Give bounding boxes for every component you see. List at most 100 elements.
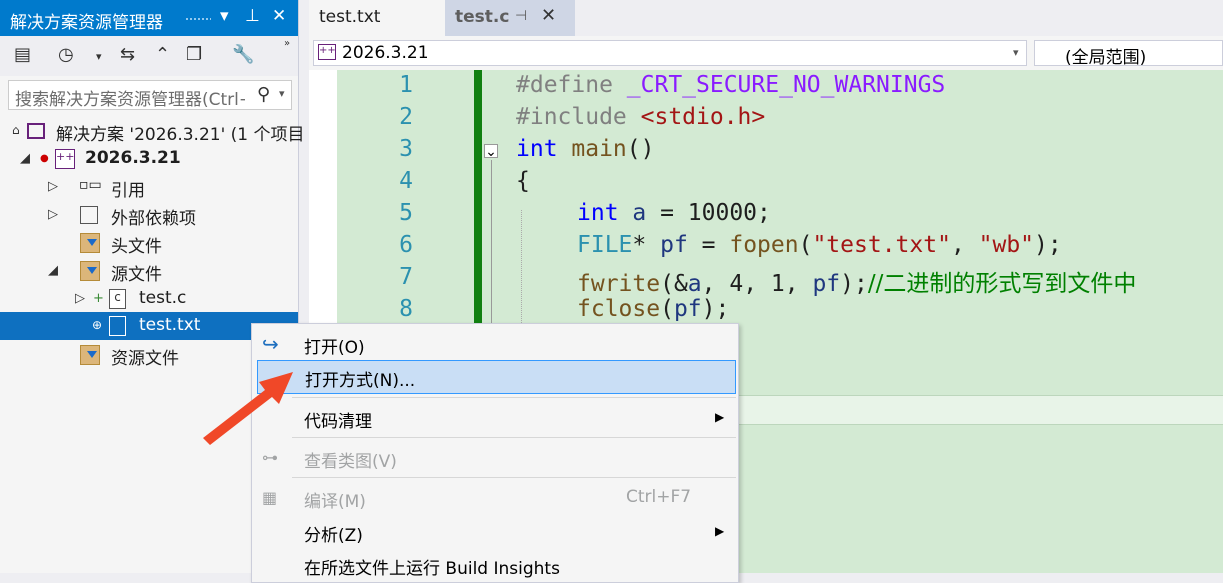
menu-item-view-class-diagram[interactable]: ⊶ 查看类图(V): [252, 441, 738, 475]
line-number: 5: [399, 200, 413, 226]
line-number: 2: [399, 104, 413, 130]
code-token: "wb": [978, 232, 1035, 258]
project-dropdown[interactable]: ++ 2026.3.21 ▾: [313, 40, 1027, 66]
menu-item-label: 打开(O): [304, 338, 365, 358]
code-token: int: [516, 136, 558, 162]
line-number: 3: [399, 136, 413, 162]
menu-item-code-cleanup[interactable]: 代码清理 ▶: [252, 401, 738, 435]
tree-item-solution[interactable]: ⌂ 解决方案 '2026.3.21' (1 个项目: [0, 117, 305, 145]
scope-dropdown-value: (全局范围): [1065, 48, 1147, 68]
search-input[interactable]: 搜索解决方案资源管理器(Ctrl+;) ⚲ ▾: [8, 80, 292, 110]
tab-label: test.c: [455, 7, 510, 27]
tree-item-source-files[interactable]: ◢ 源文件: [0, 257, 298, 285]
tree-item-external-deps[interactable]: ▷ 外部依赖项: [0, 201, 298, 229]
outline-line: [491, 160, 492, 325]
tab-test-txt[interactable]: test.txt: [309, 0, 445, 36]
code-line-1: #define _CRT_SECURE_NO_WARNINGS: [516, 72, 945, 98]
menu-separator: [292, 477, 736, 478]
chevron-down-icon[interactable]: ▾: [1013, 46, 1019, 59]
class-diagram-icon: ⊶: [262, 448, 278, 467]
menu-item-open[interactable]: ↪ 打开(O): [252, 327, 738, 361]
submenu-arrow-icon: ▶: [715, 524, 725, 538]
panel-title: 解决方案资源管理器: [10, 13, 163, 33]
plus-icon: +: [93, 291, 104, 306]
menu-item-label: 查看类图(V): [304, 452, 397, 472]
chevron-down-icon[interactable]: ▾: [96, 50, 102, 63]
menu-item-build-insights[interactable]: 在所选文件上运行 Build Insights: [252, 548, 738, 582]
code-token: fopen: [729, 232, 799, 258]
collapsed-arrow-icon[interactable]: ▷: [75, 291, 85, 306]
expanded-arrow-icon[interactable]: ◢: [20, 151, 30, 166]
menu-separator: [292, 437, 736, 438]
code-token: "test.txt": [812, 232, 951, 258]
tab-label: test.txt: [319, 7, 381, 27]
code-token: #include: [516, 104, 641, 130]
menu-item-label: 编译(M): [304, 492, 366, 512]
code-token: );: [1034, 232, 1062, 258]
code-line-3: int main(): [516, 136, 655, 162]
collapsed-arrow-icon[interactable]: ▷: [48, 179, 58, 194]
external-deps-icon: [80, 206, 98, 224]
line-number: 4: [399, 168, 413, 194]
code-token: {: [516, 168, 530, 194]
tree-item-references[interactable]: ▷ ▫▭ 引用: [0, 173, 298, 201]
line-number: 6: [399, 232, 413, 258]
scope-dropdown[interactable]: (全局范围): [1034, 40, 1223, 68]
code-line-4: {: [516, 168, 530, 194]
code-line-6: FILE* pf = fopen("test.txt", "wb");: [577, 232, 1062, 258]
solution-explorer-toolbar: ▤ ◷ ▾ ⇆ ⌃ ❐ 🔧 »: [0, 36, 298, 76]
menu-item-label: 代码清理: [304, 412, 372, 432]
code-token: *: [632, 232, 661, 258]
search-icon[interactable]: ⚲: [257, 84, 270, 105]
menu-item-open-with[interactable]: 打开方式(N)...: [257, 360, 736, 394]
code-token: );: [840, 271, 868, 297]
pin-icon[interactable]: ⊣: [515, 8, 527, 24]
c-file-icon: c: [109, 289, 126, 309]
line-number: 1: [399, 72, 413, 98]
tree-item-label: 源文件: [111, 265, 162, 285]
collapse-all-icon[interactable]: ⌃: [155, 44, 170, 65]
close-icon[interactable]: ✕: [541, 5, 556, 26]
tree-item-header-files[interactable]: 头文件: [0, 229, 298, 257]
annotation-arrow-icon: [203, 372, 293, 445]
code-token: int: [577, 200, 619, 226]
tree-item-label: 解决方案 '2026.3.21' (1 个项目: [56, 125, 305, 145]
sync-icon[interactable]: ⇆: [120, 44, 135, 65]
overflow-icon[interactable]: »: [284, 38, 290, 49]
error-dot-icon: ●: [40, 153, 49, 164]
code-token: );: [701, 296, 730, 322]
project-icon: ++: [55, 149, 75, 169]
chevron-down-icon[interactable]: ▾: [220, 6, 229, 26]
tree-item-test-c[interactable]: ▷ + c test.c: [0, 285, 298, 313]
search-placeholder: 搜索解决方案资源管理器(Ctrl+;): [15, 90, 245, 110]
menu-item-label: 分析(Z): [304, 526, 363, 546]
code-comment: //二进制的形式写到文件中: [867, 271, 1137, 297]
menu-item-analyze[interactable]: 分析(Z) ▶: [252, 515, 738, 549]
code-token: #define: [516, 72, 627, 98]
tree-item-label: test.txt: [139, 315, 201, 335]
tab-test-c[interactable]: test.c ⊣ ✕: [445, 0, 575, 36]
tree-item-label: 引用: [111, 181, 145, 201]
wrench-icon[interactable]: 🔧: [232, 44, 254, 65]
code-token: fclose: [577, 296, 661, 322]
switch-views-icon[interactable]: ▤: [14, 44, 31, 65]
drag-grip-icon[interactable]: [185, 17, 211, 21]
text-file-icon: [109, 316, 126, 336]
menu-item-compile[interactable]: ▦ 编译(M) Ctrl+F7: [252, 481, 738, 515]
close-icon[interactable]: ✕: [272, 6, 286, 26]
collapse-icon[interactable]: ⌄: [484, 144, 498, 159]
collapsed-arrow-icon[interactable]: ▷: [48, 207, 58, 222]
chevron-down-icon[interactable]: ▾: [279, 87, 285, 100]
compile-icon: ▦: [262, 488, 278, 507]
tree-item-project[interactable]: ◢ ● ++ 2026.3.21: [0, 145, 298, 173]
tree-item-label: 2026.3.21: [85, 148, 181, 168]
solution-icon: [27, 123, 45, 139]
project-dropdown-value: 2026.3.21: [342, 43, 429, 63]
line-number: 7: [399, 264, 413, 290]
code-token: = 10000;: [646, 200, 771, 226]
expanded-arrow-icon[interactable]: ◢: [48, 263, 58, 278]
code-token: ,: [950, 232, 979, 258]
history-icon[interactable]: ◷: [58, 44, 74, 65]
pin-icon[interactable]: ⊥: [245, 6, 260, 26]
copy-icon[interactable]: ❐: [186, 44, 202, 65]
